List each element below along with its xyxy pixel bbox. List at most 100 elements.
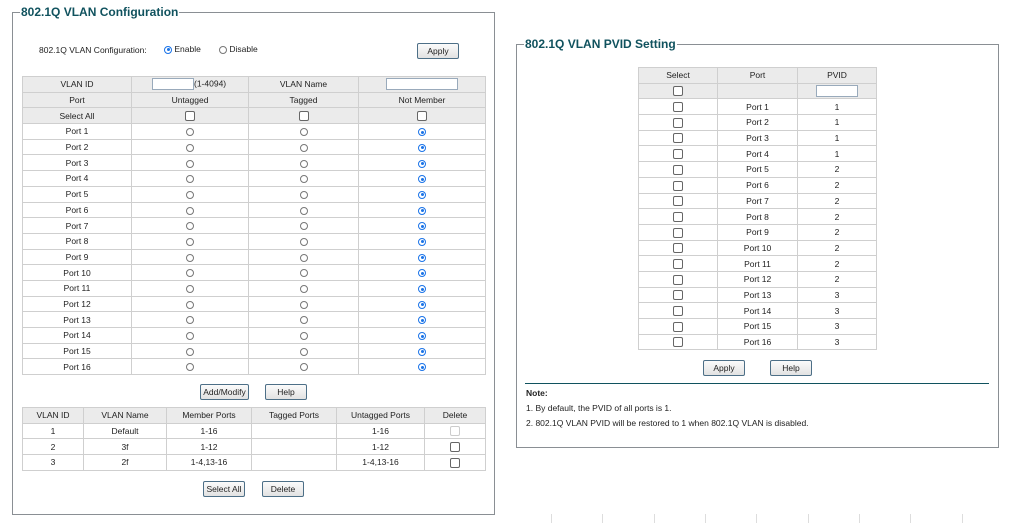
membership-radio-untagged[interactable]: [186, 206, 194, 215]
pvid-select-checkbox[interactable]: [673, 180, 683, 191]
membership-radio-untagged[interactable]: [186, 285, 194, 294]
membership-radio-untagged[interactable]: [186, 347, 194, 356]
membership-radio-not-member[interactable]: [418, 285, 426, 294]
membership-radio-tagged[interactable]: [299, 363, 308, 372]
membership-radio-untagged[interactable]: [186, 237, 194, 246]
vlan-help-button[interactable]: Help: [265, 384, 307, 400]
membership-radio-not-member[interactable]: [418, 332, 426, 341]
membership-radio-tagged[interactable]: [299, 206, 308, 215]
membership-radio-not-member[interactable]: [418, 159, 426, 168]
membership-radio-tagged[interactable]: [299, 347, 308, 356]
membership-radio-not-member[interactable]: [418, 300, 426, 309]
membership-radio-tagged[interactable]: [299, 143, 308, 152]
enable-radio[interactable]: Enable: [164, 44, 201, 54]
pvid-row: Port 52: [638, 161, 877, 178]
membership-radio-tagged[interactable]: [299, 269, 308, 278]
pvid-select-checkbox[interactable]: [673, 243, 683, 254]
pvid-select-checkbox[interactable]: [673, 196, 683, 207]
membership-radio-untagged[interactable]: [186, 143, 194, 152]
membership-radio-untagged[interactable]: [186, 128, 194, 137]
vlan-name-input[interactable]: [386, 78, 458, 91]
pvid-select-checkbox[interactable]: [673, 117, 683, 128]
pvid-select-checkbox[interactable]: [673, 102, 683, 113]
pvid-value: 2: [797, 270, 877, 288]
pvid-input[interactable]: [816, 85, 858, 98]
pvid-select-checkbox[interactable]: [673, 133, 683, 144]
pvid-select-checkbox[interactable]: [673, 164, 683, 175]
delete-checkbox[interactable]: [450, 442, 460, 453]
port-name: Port 16: [22, 358, 132, 376]
disable-radio[interactable]: Disable: [219, 44, 258, 54]
membership-radio-not-member[interactable]: [418, 190, 426, 199]
membership-radio-not-member[interactable]: [418, 222, 426, 231]
membership-radio-tagged[interactable]: [299, 237, 308, 246]
membership-radio-untagged[interactable]: [186, 269, 194, 278]
pvid-select-checkbox[interactable]: [673, 290, 683, 301]
pvid-apply-button[interactable]: Apply: [703, 360, 745, 376]
membership-radio-tagged[interactable]: [299, 285, 308, 294]
port-row: Port 2: [22, 138, 486, 156]
vlan-mode-apply-button[interactable]: Apply: [417, 43, 459, 59]
membership-radio-not-member[interactable]: [418, 237, 426, 246]
membership-radio-untagged[interactable]: [186, 253, 194, 262]
membership-radio-tagged[interactable]: [299, 222, 308, 231]
delete-checkbox[interactable]: [450, 457, 460, 468]
membership-radio-tagged[interactable]: [299, 159, 308, 168]
pvid-row: Port 41: [638, 145, 877, 163]
pvid-value: 2: [797, 192, 877, 210]
membership-radio-untagged[interactable]: [186, 316, 194, 325]
col-select: Select: [638, 67, 718, 84]
membership-radio-untagged[interactable]: [186, 190, 194, 199]
port-name: Port 3: [22, 154, 132, 172]
membership-radio-tagged[interactable]: [299, 175, 308, 184]
pvid-select-all-checkbox[interactable]: [673, 86, 683, 97]
membership-radio-not-member[interactable]: [418, 347, 426, 356]
membership-radio-tagged[interactable]: [299, 316, 308, 325]
membership-radio-not-member[interactable]: [418, 175, 426, 184]
membership-radio-not-member[interactable]: [418, 143, 426, 152]
note-divider: [525, 383, 989, 384]
select-all-not-member-checkbox[interactable]: [417, 111, 427, 122]
select-all-untagged-checkbox[interactable]: [185, 111, 195, 122]
delete-button[interactable]: Delete: [262, 481, 304, 497]
membership-radio-tagged[interactable]: [299, 332, 308, 341]
membership-radio-tagged[interactable]: [299, 300, 308, 309]
pvid-select-checkbox[interactable]: [673, 274, 683, 285]
pvid-select-checkbox[interactable]: [673, 337, 683, 348]
pvid-select-checkbox[interactable]: [673, 258, 683, 269]
membership-radio-not-member[interactable]: [418, 253, 426, 262]
pvid-value: 1: [797, 98, 877, 116]
select-all-button[interactable]: Select All: [203, 481, 245, 497]
pvid-help-button[interactable]: Help: [770, 360, 812, 376]
membership-radio-not-member[interactable]: [418, 363, 426, 372]
select-all-tagged-checkbox[interactable]: [298, 111, 309, 122]
membership-radio-not-member[interactable]: [418, 269, 426, 278]
pvid-select-checkbox[interactable]: [673, 306, 683, 317]
vlan-name-label: VLAN Name: [248, 76, 359, 93]
pvid-select-checkbox[interactable]: [673, 149, 683, 160]
port-name: Port 4: [22, 170, 132, 187]
membership-radio-untagged[interactable]: [186, 222, 194, 231]
port-row: Port 15: [22, 342, 486, 360]
pvid-select-checkbox[interactable]: [673, 321, 683, 332]
membership-radio-not-member[interactable]: [418, 206, 426, 215]
membership-radio-untagged[interactable]: [186, 300, 194, 309]
pvid-row: Port 11 2: [638, 255, 877, 272]
membership-radio-not-member[interactable]: [418, 128, 426, 137]
pvid-select-checkbox[interactable]: [673, 211, 683, 222]
membership-radio-tagged[interactable]: [299, 253, 308, 262]
membership-radio-tagged[interactable]: [299, 128, 308, 137]
membership-radio-untagged[interactable]: [186, 159, 194, 168]
membership-radio-tagged[interactable]: [299, 190, 308, 199]
pvid-select-checkbox[interactable]: [673, 227, 683, 238]
vlan-id: 1: [22, 422, 84, 440]
vlan-id-input[interactable]: [152, 78, 194, 91]
membership-radio-not-member[interactable]: [418, 316, 426, 325]
port-row: Port 11: [22, 279, 486, 297]
pvid-row: Port 14 3: [638, 302, 877, 319]
membership-radio-untagged[interactable]: [186, 332, 194, 341]
membership-radio-untagged[interactable]: [186, 363, 194, 372]
pvid-port: Port 16: [717, 333, 798, 351]
add-modify-button[interactable]: Add/Modify: [200, 384, 249, 400]
membership-radio-untagged[interactable]: [186, 175, 194, 184]
